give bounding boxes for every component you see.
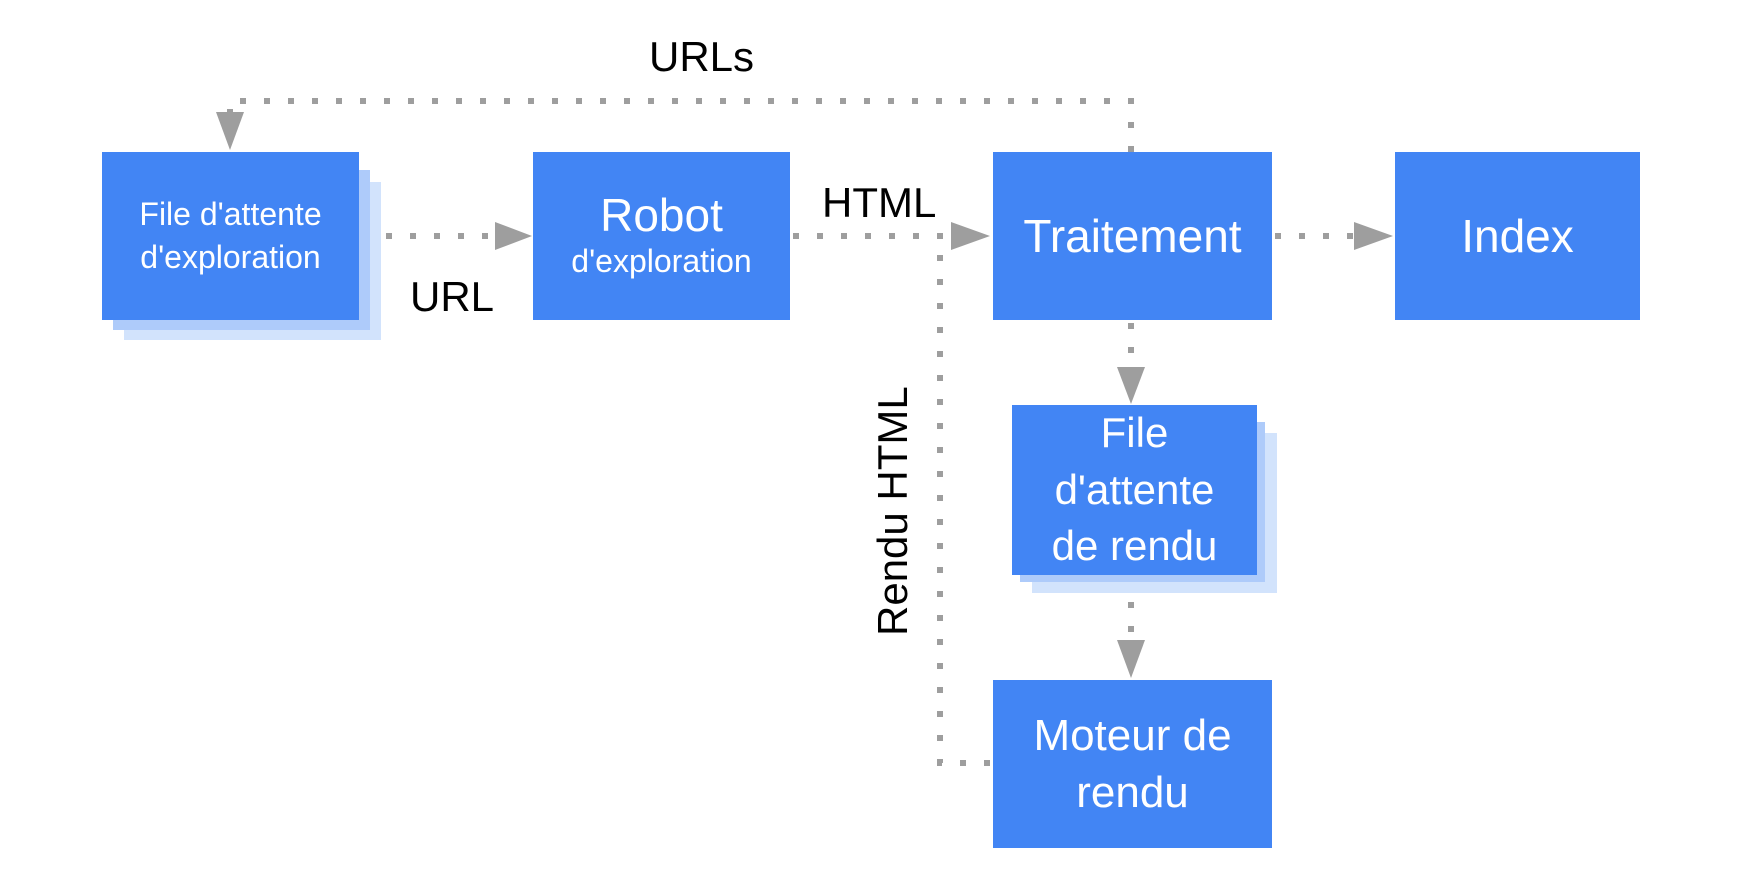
node-renderer[interactable]: Moteur de rendu [993, 680, 1272, 848]
render-queue-label-line1: File [1100, 408, 1169, 456]
processing-label: Traitement [1023, 210, 1242, 262]
crawler-label-line1: Robot [600, 188, 723, 241]
node-index[interactable]: Index [1395, 152, 1640, 320]
crawl-queue-label-line2: d'exploration [140, 239, 321, 275]
edge-label-url: URL [410, 273, 495, 320]
renderer-label-line1: Moteur de [1033, 710, 1232, 760]
crawler-label-line2: d'exploration [571, 242, 752, 279]
node-crawler[interactable]: Robot d'exploration [533, 152, 790, 320]
arrowhead-right-crawler [495, 222, 532, 250]
edge-rendered-html [937, 240, 990, 766]
node-render-queue[interactable]: File d'attente de rendu [1012, 405, 1257, 575]
node-crawl-queue[interactable]: File d'attente d'exploration [102, 152, 359, 320]
edge-label-html: HTML [822, 179, 937, 226]
renderer-label-line2: rendu [1076, 768, 1189, 817]
arrowhead-down-renderer [1117, 640, 1145, 678]
edge-label-urls: URLs [649, 33, 755, 80]
edge-urls-feedback [227, 98, 1134, 152]
node-processing[interactable]: Traitement [993, 152, 1272, 320]
index-label: Index [1461, 210, 1574, 262]
arrowhead-down-render-queue [1117, 367, 1145, 404]
arrowhead-down-crawl-queue [216, 112, 244, 150]
arrowhead-right-processing [951, 222, 990, 250]
crawl-index-diagram: File d'attente d'exploration Robot d'exp… [0, 0, 1758, 885]
render-queue-label-line2: d'attente [1054, 465, 1215, 513]
edge-label-rendered-html: Rendu HTML [869, 386, 916, 636]
crawl-queue-label-line1: File d'attente [139, 195, 322, 232]
render-queue-label-line3: de rendu [1051, 522, 1218, 570]
arrowhead-right-index [1354, 222, 1393, 250]
